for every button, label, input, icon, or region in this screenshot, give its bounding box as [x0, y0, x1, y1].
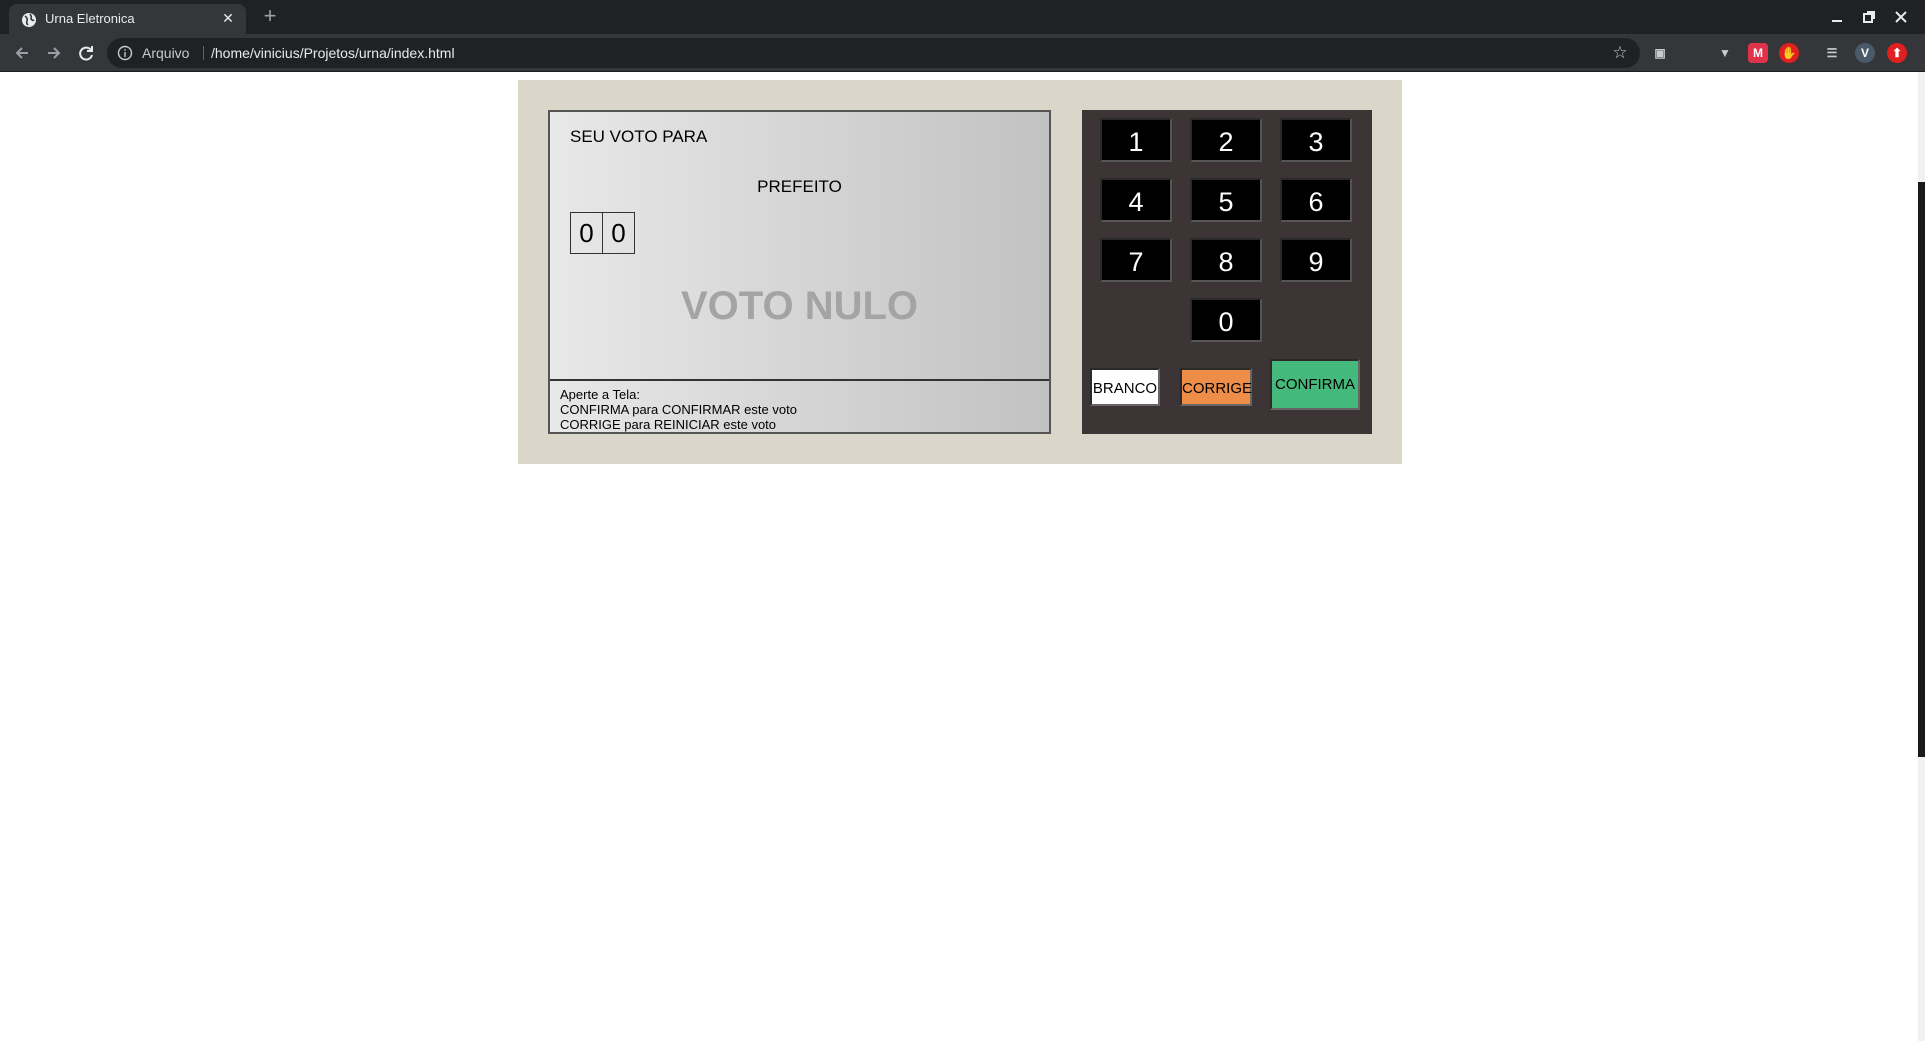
update-icon[interactable]: ⬆ — [1887, 43, 1907, 63]
screen-title: SEU VOTO PARA — [570, 127, 708, 146]
urna-screen: SEU VOTO PARA PREFEITO 0 0 VOTO NULO Ape… — [548, 110, 1051, 434]
media-list-icon[interactable]: ☰ — [1822, 43, 1842, 63]
key-1[interactable]: 1 — [1100, 118, 1172, 162]
key-0[interactable]: 0 — [1190, 298, 1262, 342]
corrige-button[interactable]: CORRIGE — [1180, 368, 1252, 406]
scheme-label: Arquivo — [142, 45, 190, 61]
key-4[interactable]: 4 — [1100, 178, 1172, 222]
mega-extension-icon[interactable]: M — [1748, 43, 1768, 63]
close-window-button[interactable] — [1890, 6, 1912, 28]
minimize-icon — [1832, 20, 1842, 22]
voto-nulo-warning: VOTO NULO — [680, 284, 919, 328]
minimize-button[interactable] — [1826, 6, 1848, 28]
profile-avatar[interactable]: V — [1855, 43, 1875, 63]
ublock-extension-icon[interactable]: ✋ — [1779, 43, 1799, 63]
instruction-line: CONFIRMA para CONFIRMAR este voto — [560, 402, 797, 417]
browser-tab[interactable]: Urna Eletronica ✕ — [9, 4, 246, 34]
address-bar[interactable]: Arquivo /home/vinicius/Projetos/urna/ind… — [107, 38, 1640, 68]
bookmark-star-icon[interactable]: ☆ — [1610, 43, 1630, 63]
reload-button[interactable] — [72, 39, 100, 67]
digit-boxes: 0 0 — [570, 212, 635, 254]
page-scrollbar[interactable] — [1918, 72, 1925, 1041]
browser-toolbar: Arquivo /home/vinicius/Projetos/urna/ind… — [0, 34, 1925, 72]
confirma-button[interactable]: CONFIRMA — [1270, 359, 1360, 410]
info-icon[interactable] — [117, 45, 133, 61]
instruction-line: Aperte a Tela: — [560, 387, 640, 402]
branco-button[interactable]: BRANCO — [1090, 368, 1160, 406]
tab-search-icon[interactable]: ▣ — [1650, 43, 1670, 63]
omnibox-divider — [203, 46, 204, 60]
forward-button[interactable] — [40, 39, 68, 67]
screen-instructions: Aperte a Tela: CONFIRMA para CONFIRMAR e… — [550, 379, 1049, 432]
key-2[interactable]: 2 — [1190, 118, 1262, 162]
arrow-left-icon — [15, 47, 28, 59]
key-7[interactable]: 7 — [1100, 238, 1172, 282]
key-6[interactable]: 6 — [1280, 178, 1352, 222]
reload-icon — [79, 46, 93, 61]
instruction-line: CORRIGE para REINICIAR este voto — [560, 417, 777, 432]
tab-title: Urna Eletronica — [45, 11, 135, 26]
digit-box: 0 — [570, 212, 603, 254]
restore-button[interactable] — [1858, 6, 1880, 28]
browser-tab-bar: Urna Eletronica ✕ + — [0, 0, 1925, 34]
new-tab-button[interactable]: + — [258, 5, 282, 29]
close-icon — [1895, 11, 1907, 23]
scrollbar-thumb[interactable] — [1918, 182, 1925, 757]
key-8[interactable]: 8 — [1190, 238, 1262, 282]
cargo-label: PREFEITO — [757, 177, 842, 196]
globe-icon — [22, 13, 36, 27]
key-5[interactable]: 5 — [1190, 178, 1262, 222]
vivaldi-extension-icon[interactable]: ▼ — [1715, 43, 1735, 63]
key-3[interactable]: 3 — [1280, 118, 1352, 162]
key-9[interactable]: 9 — [1280, 238, 1352, 282]
arrow-right-icon — [48, 47, 61, 59]
back-button[interactable] — [8, 39, 36, 67]
keypad: 1 2 3 4 5 6 7 8 9 0 BRANCO CORRIGE CONFI… — [1082, 110, 1372, 434]
urna-eletronica: SEU VOTO PARA PREFEITO 0 0 VOTO NULO Ape… — [518, 80, 1402, 464]
tab-close-icon[interactable]: ✕ — [218, 8, 238, 28]
url-text[interactable]: /home/vinicius/Projetos/urna/index.html — [211, 45, 455, 61]
digit-box: 0 — [603, 212, 635, 254]
restore-icon — [1863, 11, 1875, 23]
